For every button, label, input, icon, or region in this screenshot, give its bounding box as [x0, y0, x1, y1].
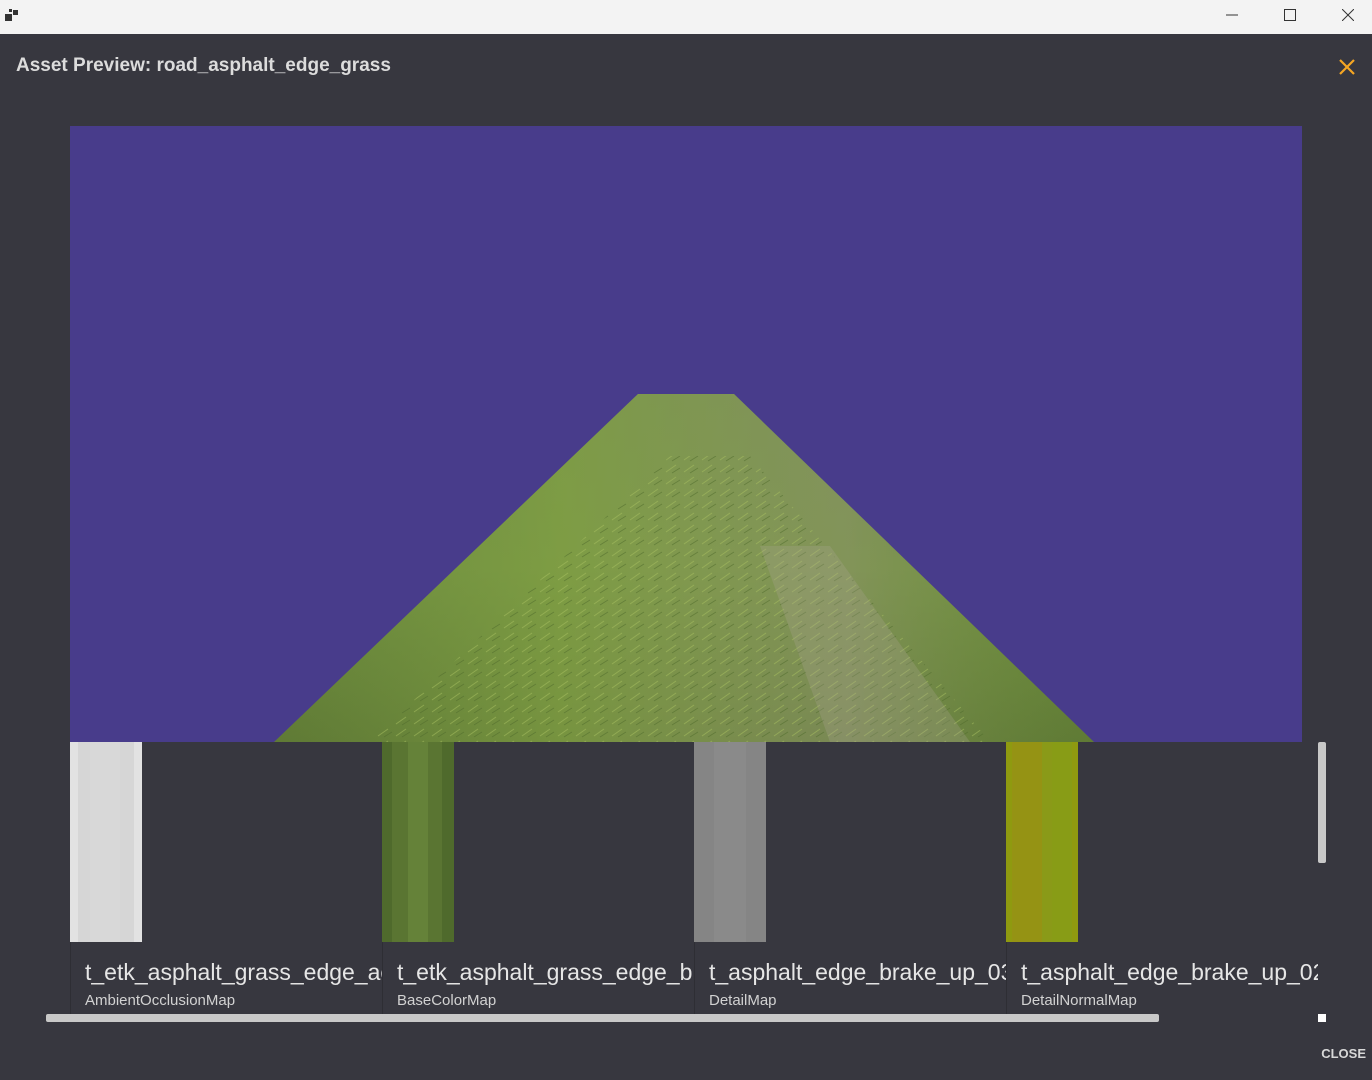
texture-thumbnail	[694, 742, 766, 942]
texture-name: t_asphalt_edge_brake_up_02	[1021, 959, 1318, 985]
dialog-close-button[interactable]	[1336, 56, 1358, 78]
texture-list[interactable]: t_etk_asphalt_grass_edge_ao AmbientOcclu…	[70, 742, 1318, 1014]
minimize-icon	[1226, 14, 1238, 16]
texture-name: t_asphalt_edge_brake_up_03	[709, 959, 1006, 985]
close-icon	[1339, 59, 1355, 75]
mesh-viewport[interactable]	[70, 126, 1302, 742]
texture-card[interactable]: t_etk_asphalt_grass_edge_b BaseColorMap	[382, 742, 694, 1014]
texture-card[interactable]: t_etk_asphalt_grass_edge_ao AmbientOcclu…	[70, 742, 382, 1014]
texture-name: t_etk_asphalt_grass_edge_ao	[85, 959, 382, 985]
maximize-icon	[1284, 9, 1296, 21]
dialog-title: Asset Preview: road_asphalt_edge_grass	[16, 55, 391, 76]
texture-name: t_etk_asphalt_grass_edge_b	[397, 959, 693, 985]
window-close-button[interactable]	[1319, 0, 1372, 30]
road-mesh	[274, 394, 1094, 742]
maximize-button[interactable]	[1261, 0, 1319, 30]
close-button[interactable]: CLOSE	[1310, 1046, 1366, 1066]
scroll-corner	[1318, 1014, 1326, 1022]
texture-type: BaseColorMap	[397, 992, 497, 1009]
vertical-scrollbar[interactable]	[1318, 742, 1326, 863]
close-icon	[1342, 9, 1354, 21]
app-icon	[5, 9, 18, 21]
horizontal-scrollbar[interactable]	[46, 1014, 1159, 1022]
texture-thumbnail	[382, 742, 454, 942]
texture-type: DetailNormalMap	[1021, 992, 1137, 1009]
divider	[382, 942, 383, 1014]
texture-thumbnail	[1006, 742, 1078, 942]
texture-thumbnail	[70, 742, 142, 942]
divider	[70, 942, 71, 1014]
texture-type: AmbientOcclusionMap	[85, 992, 236, 1009]
texture-type: DetailMap	[709, 992, 777, 1009]
minimize-button[interactable]	[1203, 0, 1261, 30]
divider	[694, 942, 695, 1014]
window-title-bar	[0, 0, 1372, 34]
texture-card[interactable]: t_asphalt_edge_brake_up_02 DetailNormalM…	[1006, 742, 1318, 1014]
texture-card[interactable]: t_asphalt_edge_brake_up_03 DetailMap	[694, 742, 1006, 1014]
divider	[1006, 942, 1007, 1014]
